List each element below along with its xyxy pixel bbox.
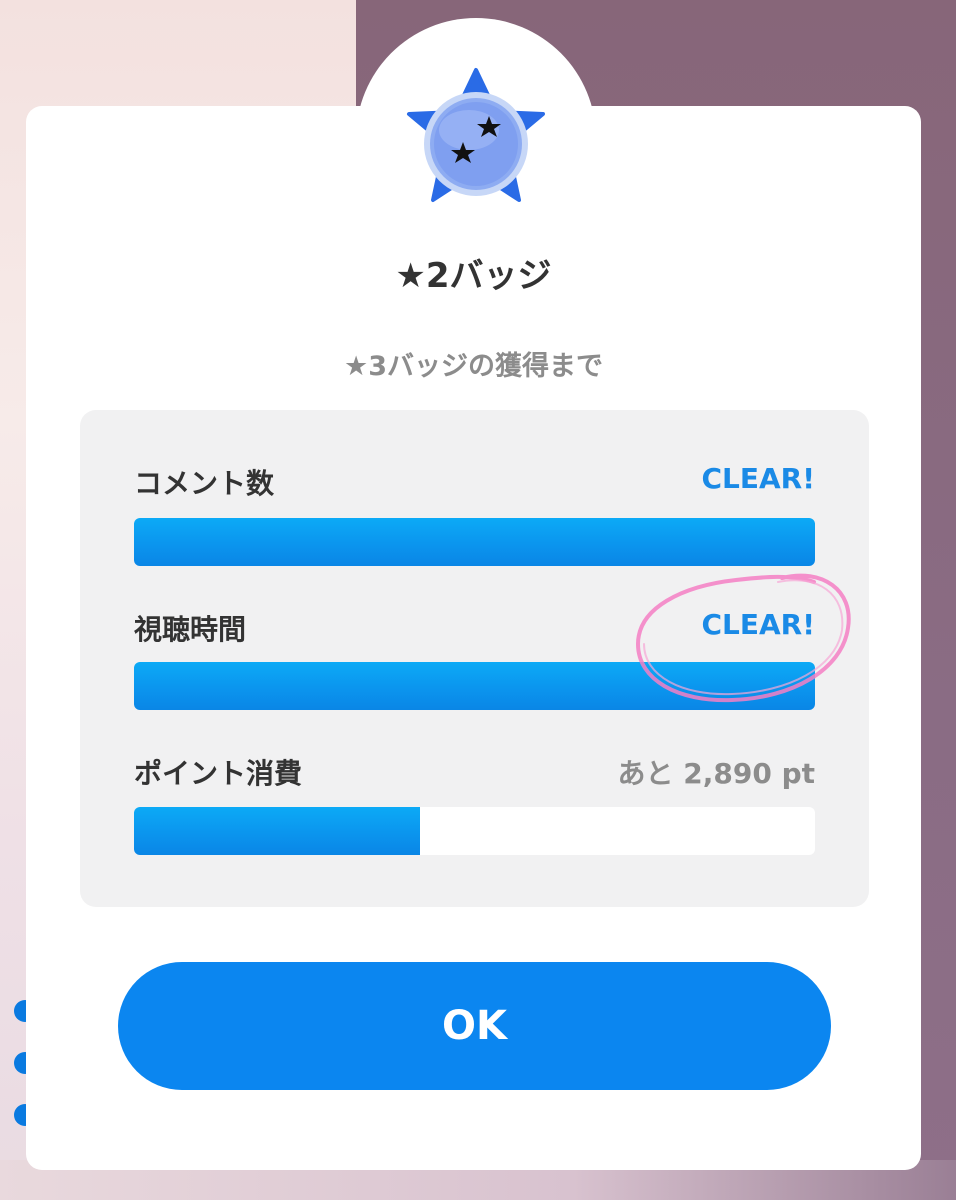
progress-bar-comments <box>134 518 815 566</box>
badge-title: ★2バッジ <box>395 256 552 296</box>
requirement-label-points: ポイント消費 <box>134 757 303 790</box>
progress-fill-comments <box>134 518 815 566</box>
star-badge-icon <box>407 68 545 202</box>
requirement-status-comments: CLEAR! <box>701 462 815 495</box>
progress-bar-points <box>134 807 815 855</box>
pink-annotation-circle <box>635 573 851 703</box>
ok-button[interactable]: OK <box>118 962 831 1090</box>
requirement-label-comments: コメント数 <box>134 467 275 500</box>
next-badge-subtitle: ★3バッジの獲得まで <box>344 351 603 382</box>
requirement-label-watch-time: 視聴時間 <box>134 613 247 646</box>
requirement-status-points: あと 2,890 pt <box>617 757 816 790</box>
progress-fill-points <box>134 807 421 855</box>
